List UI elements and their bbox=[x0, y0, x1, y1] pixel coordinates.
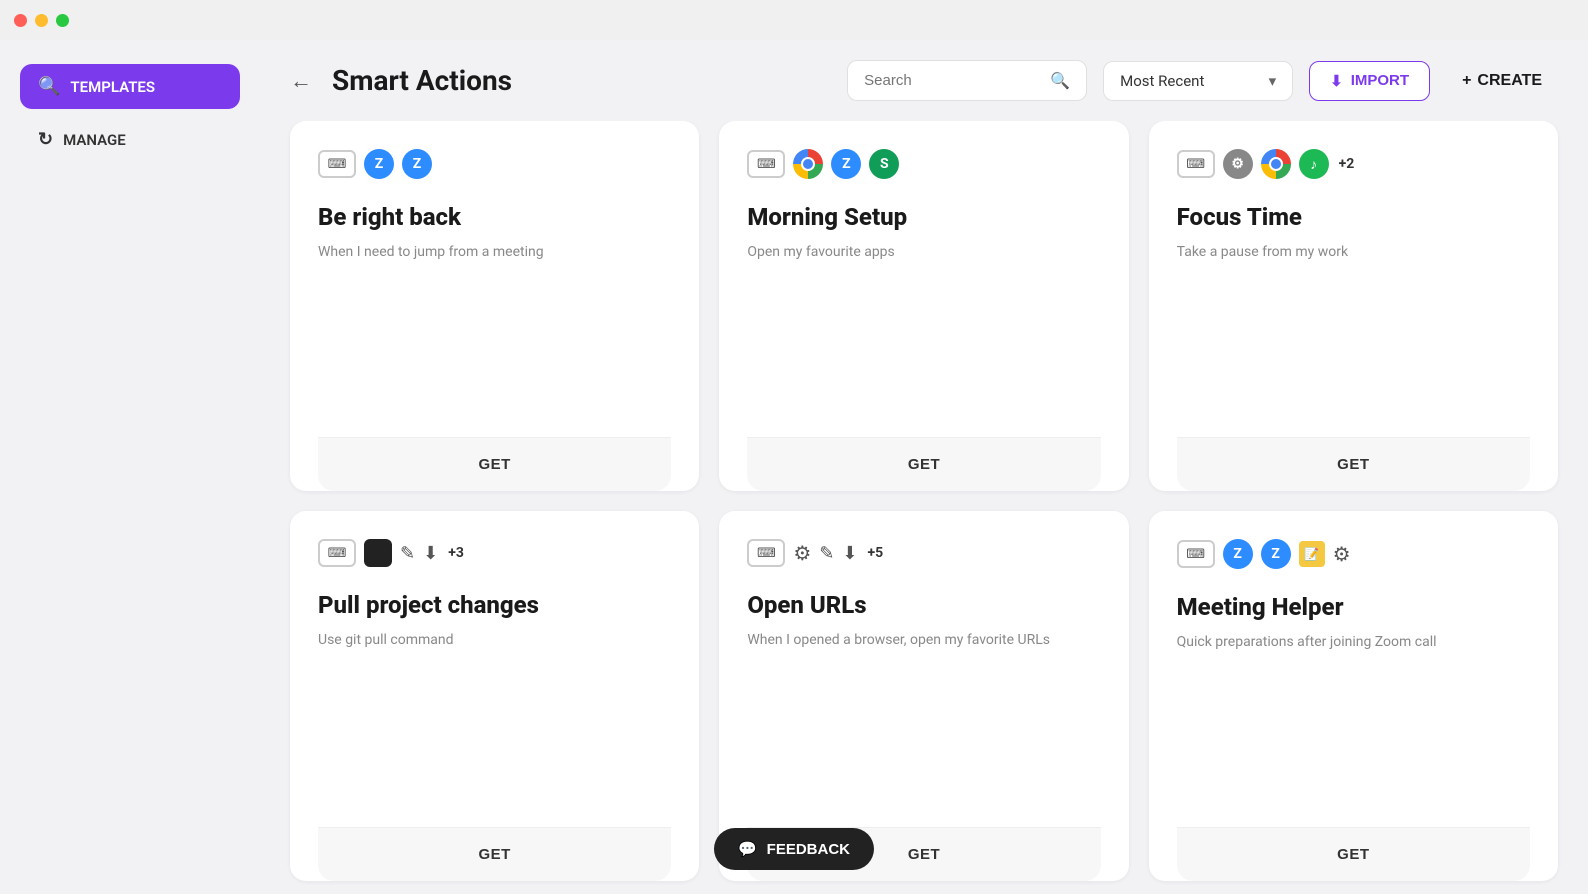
card-icons: ⌨ Z Z 📝 ⚙ bbox=[1177, 539, 1530, 569]
card-title: Meeting Helper bbox=[1177, 593, 1530, 622]
import-icon: ⬇ bbox=[1330, 72, 1343, 90]
zoom-icon-1: Z bbox=[1223, 539, 1253, 569]
card-description: When I need to jump from a meeting bbox=[318, 242, 671, 413]
gear-icon: ⚙ bbox=[793, 541, 811, 565]
sheets-icon: S bbox=[869, 149, 899, 179]
extra-badge: +2 bbox=[1339, 156, 1355, 172]
gear-icon: ⚙ bbox=[1223, 149, 1253, 179]
sidebar-item-templates[interactable]: 🔍 TEMPLATES bbox=[20, 64, 240, 109]
zoom-icon-2: Z bbox=[402, 149, 432, 179]
pencil-icon: ✎ bbox=[400, 543, 415, 564]
traffic-light-red[interactable] bbox=[14, 14, 27, 27]
sidebar-item-manage[interactable]: ↻ MANAGE bbox=[20, 117, 240, 162]
search-box[interactable]: 🔍 bbox=[847, 60, 1087, 101]
create-button[interactable]: + CREATE bbox=[1446, 62, 1558, 100]
sidebar-item-templates-label: TEMPLATES bbox=[70, 78, 155, 96]
chevron-down-icon: ▾ bbox=[1269, 72, 1277, 90]
search-input[interactable] bbox=[864, 72, 1040, 89]
get-button-meeting-helper[interactable]: GET bbox=[1177, 827, 1530, 881]
download-icon: ⬇ bbox=[842, 543, 857, 564]
keyboard-icon: ⌨ bbox=[318, 539, 356, 567]
card-icons: ⌨ Z S bbox=[747, 149, 1100, 179]
header: ← Smart Actions 🔍 Most Recent ▾ ⬇ IMPORT… bbox=[260, 40, 1588, 121]
download-icon: ⬇ bbox=[423, 543, 438, 564]
card-icons: ⌨ ⚙ ♪ +2 bbox=[1177, 149, 1530, 179]
card-title: Pull project changes bbox=[318, 591, 671, 620]
chrome-icon bbox=[1261, 149, 1291, 179]
cards-grid: ⌨ Z Z Be right back When I need to jump … bbox=[290, 121, 1558, 881]
sidebar-item-manage-label: MANAGE bbox=[63, 131, 126, 149]
card-morning-setup: ⌨ Z S Morning Setup Open my favourite ap… bbox=[719, 121, 1128, 491]
feedback-button[interactable]: 💬 FEEDBACK bbox=[714, 828, 874, 870]
card-description: When I opened a browser, open my favorit… bbox=[747, 630, 1100, 803]
traffic-light-green[interactable] bbox=[56, 14, 69, 27]
card-meeting-helper: ⌨ Z Z 📝 ⚙ Meeting Helper Quick preparati… bbox=[1149, 511, 1558, 881]
card-open-urls: ⌨ ⚙ ✎ ⬇ +5 Open URLs When I opened a bro… bbox=[719, 511, 1128, 881]
card-icons: ⌨ ✎ ⬇ +3 bbox=[318, 539, 671, 567]
feedback-icon: 💬 bbox=[738, 840, 757, 858]
titlebar bbox=[0, 0, 1588, 40]
import-label: IMPORT bbox=[1351, 72, 1409, 89]
card-description: Quick preparations after joining Zoom ca… bbox=[1177, 632, 1530, 803]
feedback-label: FEEDBACK bbox=[767, 841, 850, 858]
page-title: Smart Actions bbox=[332, 64, 831, 97]
keyboard-icon: ⌨ bbox=[1177, 540, 1215, 568]
sort-label: Most Recent bbox=[1120, 72, 1204, 90]
extra-badge: +3 bbox=[448, 545, 464, 561]
card-description: Take a pause from my work bbox=[1177, 242, 1530, 413]
card-title: Open URLs bbox=[747, 591, 1100, 620]
plus-icon: + bbox=[1462, 72, 1471, 90]
keyboard-icon: ⌨ bbox=[747, 539, 785, 567]
traffic-light-yellow[interactable] bbox=[35, 14, 48, 27]
card-title: Focus Time bbox=[1177, 203, 1530, 232]
app: 🔍 TEMPLATES ↻ MANAGE ← Smart Actions 🔍 M… bbox=[0, 40, 1588, 894]
card-description: Use git pull command bbox=[318, 630, 671, 803]
note-icon: 📝 bbox=[1299, 541, 1325, 567]
manage-icon: ↻ bbox=[38, 129, 53, 150]
sidebar: 🔍 TEMPLATES ↻ MANAGE bbox=[0, 40, 260, 894]
main-content: ← Smart Actions 🔍 Most Recent ▾ ⬇ IMPORT… bbox=[260, 40, 1588, 894]
zoom-icon-2: Z bbox=[1261, 539, 1291, 569]
get-button-be-right-back[interactable]: GET bbox=[318, 437, 671, 491]
card-pull-project-changes: ⌨ ✎ ⬇ +3 Pull project changes Use git pu… bbox=[290, 511, 699, 881]
card-title: Morning Setup bbox=[747, 203, 1100, 232]
sort-dropdown[interactable]: Most Recent ▾ bbox=[1103, 61, 1293, 101]
card-be-right-back: ⌨ Z Z Be right back When I need to jump … bbox=[290, 121, 699, 491]
zoom-icon: Z bbox=[831, 149, 861, 179]
spotify-icon: ♪ bbox=[1299, 149, 1329, 179]
black-icon bbox=[364, 539, 392, 567]
keyboard-icon: ⌨ bbox=[318, 150, 356, 178]
extra-badge: +5 bbox=[867, 545, 883, 561]
card-icons: ⌨ Z Z bbox=[318, 149, 671, 179]
card-focus-time: ⌨ ⚙ ♪ +2 Focus Time Take a pause from my… bbox=[1149, 121, 1558, 491]
cards-area: ⌨ Z Z Be right back When I need to jump … bbox=[260, 121, 1588, 894]
keyboard-icon: ⌨ bbox=[747, 150, 785, 178]
chrome-icon bbox=[793, 149, 823, 179]
get-button-focus-time[interactable]: GET bbox=[1177, 437, 1530, 491]
card-title: Be right back bbox=[318, 203, 671, 232]
import-button[interactable]: ⬇ IMPORT bbox=[1309, 61, 1430, 101]
back-button[interactable]: ← bbox=[290, 68, 312, 94]
keyboard-icon: ⌨ bbox=[1177, 150, 1215, 178]
gear-icon: ⚙ bbox=[1333, 542, 1351, 566]
create-label: CREATE bbox=[1477, 72, 1542, 90]
get-button-pull-project-changes[interactable]: GET bbox=[318, 827, 671, 881]
card-icons: ⌨ ⚙ ✎ ⬇ +5 bbox=[747, 539, 1100, 567]
zoom-icon-1: Z bbox=[364, 149, 394, 179]
card-description: Open my favourite apps bbox=[747, 242, 1100, 413]
get-button-morning-setup[interactable]: GET bbox=[747, 437, 1100, 491]
pencil-icon: ✎ bbox=[819, 543, 834, 564]
search-icon: 🔍 bbox=[1050, 71, 1070, 90]
search-icon: 🔍 bbox=[38, 76, 60, 97]
